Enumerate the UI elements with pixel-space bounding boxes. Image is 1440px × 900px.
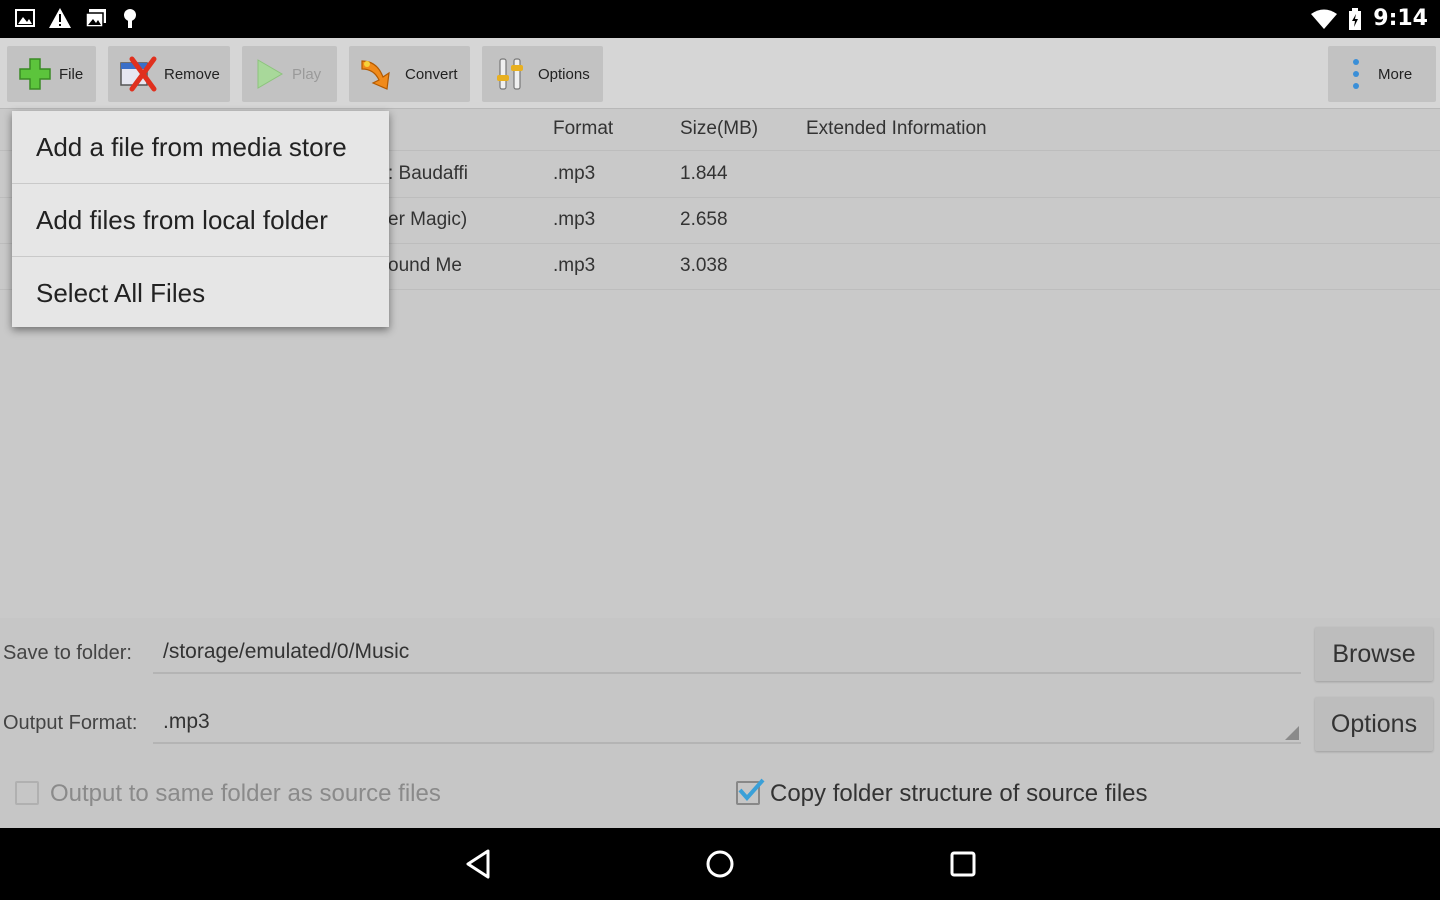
navigation-bar: [0, 828, 1440, 900]
save-folder-input[interactable]: /storage/emulated/0/Music: [153, 632, 1301, 674]
more-button[interactable]: More: [1328, 46, 1436, 102]
battery-icon: [1349, 7, 1362, 30]
file-name-cell: : Baudaffi: [388, 163, 468, 184]
file-button[interactable]: File: [7, 46, 96, 102]
overflow-menu-icon: [1353, 59, 1359, 89]
file-popup-menu: Add a file from media store Add files fr…: [12, 111, 389, 327]
menu-item-add-from-media-store[interactable]: Add a file from media store: [12, 111, 389, 183]
file-name-cell: er Magic): [388, 209, 468, 230]
play-button[interactable]: Play: [242, 46, 337, 102]
format-cell: .mp3: [553, 209, 596, 230]
play-button-label: Play: [292, 65, 322, 83]
file-button-label: File: [59, 65, 84, 83]
header-format[interactable]: Format: [553, 118, 613, 140]
remove-button-label: Remove: [164, 65, 220, 83]
same-folder-checkbox[interactable]: [15, 781, 39, 805]
photos-notification-icon: [85, 9, 106, 28]
status-bar: 9:14: [0, 0, 1440, 38]
convert-button-label: Convert: [405, 65, 458, 83]
header-size[interactable]: Size(MB): [680, 118, 758, 140]
checkmark-icon: [738, 778, 765, 802]
recents-icon[interactable]: [948, 849, 978, 879]
add-icon: [19, 58, 51, 90]
header-extended-info[interactable]: Extended Information: [806, 118, 987, 140]
menu-item-add-from-local-folder[interactable]: Add files from local folder: [12, 184, 389, 256]
output-format-select[interactable]: .mp3: [153, 702, 1301, 744]
size-cell: 3.038: [680, 255, 728, 276]
size-cell: 1.844: [680, 163, 728, 184]
copy-structure-label: Copy folder structure of source files: [770, 780, 1148, 807]
more-button-label: More: [1378, 65, 1413, 83]
tools-icon: [497, 58, 523, 90]
same-folder-label: Output to same folder as source files: [50, 780, 441, 807]
format-options-button[interactable]: Options: [1315, 697, 1433, 751]
remove-button[interactable]: Remove: [108, 46, 230, 102]
status-time: 9:14: [1373, 6, 1428, 31]
wifi-icon: [1311, 9, 1338, 29]
dropdown-corner-icon: [1285, 726, 1299, 740]
convert-button[interactable]: Convert: [349, 46, 470, 102]
back-icon[interactable]: [463, 848, 493, 880]
output-format-value: .mp3: [163, 710, 210, 733]
options-toolbar-label: Options: [538, 65, 590, 83]
format-cell: .mp3: [553, 163, 596, 184]
image-notification-icon: [15, 9, 35, 27]
browse-button[interactable]: Browse: [1315, 627, 1433, 681]
android-debug-icon: [124, 9, 136, 28]
home-icon[interactable]: [704, 848, 736, 880]
format-cell: .mp3: [553, 255, 596, 276]
convert-icon: [361, 60, 390, 90]
copy-structure-checkbox[interactable]: [736, 778, 765, 805]
file-name-cell: ound Me: [388, 255, 462, 276]
play-icon: [257, 59, 283, 89]
toolbar: File Remove Play Convert Options More: [0, 38, 1440, 109]
remove-icon: [120, 56, 157, 92]
menu-item-select-all-files[interactable]: Select All Files: [12, 257, 389, 329]
save-to-folder-label: Save to folder:: [3, 642, 132, 664]
options-toolbar-button[interactable]: Options: [482, 46, 603, 102]
warning-icon: [49, 8, 71, 28]
output-settings-panel: Save to folder: /storage/emulated/0/Musi…: [0, 618, 1440, 828]
size-cell: 2.658: [680, 209, 728, 230]
output-format-label: Output Format:: [3, 712, 138, 734]
